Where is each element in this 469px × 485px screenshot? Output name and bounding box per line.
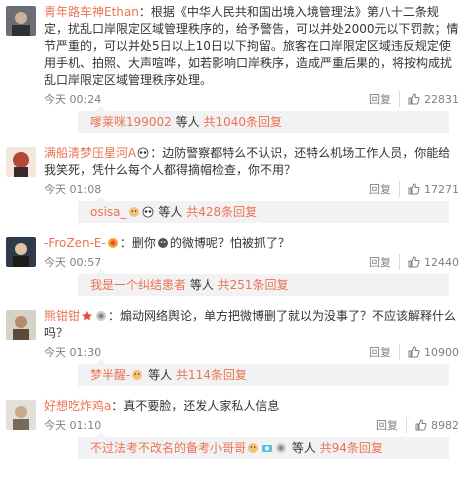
emoji-icon [128, 207, 139, 217]
sub-reply-user[interactable]: 梦半醒- [90, 368, 130, 382]
comment-meta: 今天 01:08 回复 17271 [44, 180, 459, 198]
reply-button[interactable]: 回复 [376, 417, 407, 433]
comment-text: -FroZen-E- ：删你 的微博呢？怕被抓了？ [44, 236, 290, 250]
like-button[interactable]: 10900 [408, 346, 459, 359]
reply-button[interactable]: 回复 [369, 254, 400, 270]
comment-time: 今天 01:30 [44, 346, 102, 359]
comment-username[interactable]: 好想吃炸鸡a [44, 399, 111, 413]
comment-meta: 今天 00:24 回复 22831 [44, 90, 459, 108]
sub-reply-count[interactable]: 共114条回复 [176, 368, 247, 382]
comment-meta: 今天 00:57 回复 12440 [44, 253, 459, 271]
sub-reply-user[interactable]: 我是一个纠结患者 [90, 278, 186, 292]
like-count: 17271 [424, 182, 459, 196]
comment-item: 好想吃炸鸡a：真不要脸，还发人家私人信息 今天 01:10 回复 8982 不过… [0, 394, 469, 459]
sub-reply-user[interactable]: osisa_ [90, 205, 127, 219]
like-count: 22831 [424, 92, 459, 106]
like-button[interactable]: 12440 [408, 256, 459, 269]
like-count: 10900 [424, 345, 459, 359]
sub-replies[interactable]: 我是一个纠结患者 等人 共251条回复 [78, 269, 449, 296]
thumbs-up-icon [408, 183, 420, 195]
thumbs-up-icon [408, 93, 420, 105]
comment-item: 熊钳钳 ：煽动网络舆论，单方把微博删了就以为没事了？不应该解释什么吗？ 今天 01… [0, 304, 469, 394]
comment-meta: 今天 01:30 回复 10900 [44, 343, 459, 361]
sub-reply-count[interactable]: 共428条回复 [186, 205, 257, 219]
comment-username[interactable]: 满船清梦压星河A [44, 146, 136, 160]
avatar[interactable] [6, 6, 36, 36]
emoji-icon [132, 370, 143, 380]
sub-replies[interactable]: 不过法考不改名的备考小哥哥 等人 共94条回复 [78, 432, 449, 459]
sub-replies[interactable]: 梦半醒- 等人 共114条回复 [78, 359, 449, 386]
sub-reply-user[interactable]: 嗲莱咪199002 [90, 115, 172, 129]
like-count: 12440 [424, 255, 459, 269]
comment-item: -FroZen-E- ：删你 的微博呢？怕被抓了？ 今天 00:57 回复 1244… [0, 231, 469, 304]
avatar[interactable] [6, 400, 36, 430]
comment-text: 熊钳钳 ：煽动网络舆论，单方把微博删了就以为没事了？不应该解释什么吗？ [44, 309, 457, 340]
comment-feed: 青年路车神Ethan：根据《中华人民共和国出境入境管理法》第八十二条规定，扰乱口… [0, 0, 469, 459]
comment-body: 删你 [131, 236, 156, 250]
sub-replies[interactable]: osisa_ 等人 共428条回复 [78, 196, 449, 223]
panda-emoji-icon [142, 206, 153, 218]
camera-icon [262, 445, 273, 452]
thumbs-up-icon [408, 346, 420, 358]
sub-reply-count[interactable]: 共1040条回复 [203, 115, 282, 129]
star-icon [82, 311, 93, 321]
reply-button[interactable]: 回复 [369, 181, 400, 197]
comment-username[interactable]: 青年路车神Ethan [44, 5, 139, 19]
emoji-icon [157, 238, 168, 248]
like-button[interactable]: 22831 [408, 93, 459, 106]
sub-reply-user[interactable]: 不过法考不改名的备考小哥哥 [90, 441, 246, 455]
emoji-icon [248, 443, 259, 453]
comment-time: 今天 01:08 [44, 183, 102, 196]
thumbs-up-icon [408, 256, 420, 268]
panda-emoji-icon [137, 147, 149, 159]
comment-time: 今天 00:57 [44, 256, 102, 269]
sub-reply-count[interactable]: 共251条回复 [218, 278, 289, 292]
comment-body: 真不要脸，还发人家私人信息 [123, 399, 280, 413]
comment-item: 青年路车神Ethan：根据《中华人民共和国出境入境管理法》第八十二条规定，扰乱口… [0, 0, 469, 141]
comment-time: 今天 00:24 [44, 93, 102, 106]
comment-username[interactable]: 熊钳钳 [44, 309, 80, 323]
thumbs-up-icon [415, 419, 427, 431]
avatar[interactable] [6, 237, 36, 267]
comment-time: 今天 01:10 [44, 419, 102, 432]
reply-button[interactable]: 回复 [369, 344, 400, 360]
comment-text: 满船清梦压星河A ：边防警察都特么不认识，还特么机场工作人员，你能给我笑死，凭什么… [44, 146, 451, 177]
like-button[interactable]: 8982 [415, 419, 459, 432]
comment-item: 满船清梦压星河A ：边防警察都特么不认识，还特么机场工作人员，你能给我笑死，凭什么… [0, 141, 469, 231]
like-count: 8982 [431, 418, 459, 432]
sub-replies[interactable]: 嗲莱咪199002 等人 共1040条回复 [78, 106, 449, 133]
sub-reply-count[interactable]: 共94条回复 [320, 441, 383, 455]
comment-text: 青年路车神Ethan：根据《中华人民共和国出境入境管理法》第八十二条规定，扰乱口… [44, 5, 459, 87]
comment-username[interactable]: -FroZen-E- [44, 236, 106, 250]
avatar[interactable] [6, 147, 36, 177]
reply-button[interactable]: 回复 [369, 91, 400, 107]
badge-icon [107, 238, 118, 248]
avatar[interactable] [6, 310, 36, 340]
emoji-icon [276, 443, 287, 453]
comment-text: 好想吃炸鸡a：真不要脸，还发人家私人信息 [44, 399, 280, 413]
emoji-icon [96, 311, 107, 321]
comment-meta: 今天 01:10 回复 8982 [44, 416, 459, 434]
like-button[interactable]: 17271 [408, 183, 459, 196]
